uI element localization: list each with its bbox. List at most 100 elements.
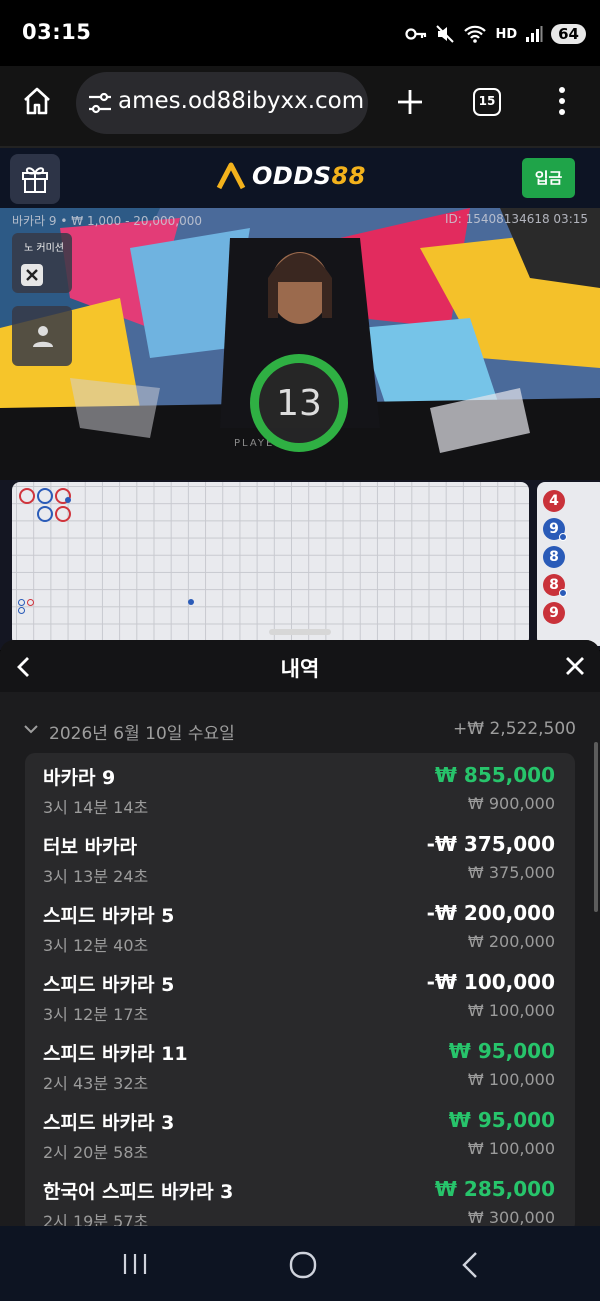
bead-player: 8 <box>543 546 565 568</box>
key-icon <box>405 28 427 40</box>
table-limits: 바카라 9 • ₩ 1,000 - 20,000,000 <box>12 214 202 228</box>
history-scrollbar[interactable] <box>594 742 598 912</box>
home-icon[interactable] <box>22 86 52 116</box>
home-button-icon[interactable] <box>289 1251 317 1279</box>
date-label: 2026년 6월 10일 수요일 <box>49 724 235 744</box>
recent-apps-icon[interactable] <box>122 1252 148 1276</box>
logo-word: ODDS <box>252 162 332 190</box>
more-menu-icon[interactable] <box>554 86 570 116</box>
round-bet: ₩ 375,000 <box>467 863 555 882</box>
no-commission-toggle[interactable]: 노 커미션 <box>12 233 72 293</box>
bead-pair-pip <box>559 589 567 597</box>
history-card: 바카라 9 3시 14분 14초 ₩ 855,000 ₩ 900,000 터보 … <box>25 753 575 1226</box>
road-ring-player <box>37 506 53 522</box>
game-name: 바카라 9 <box>43 767 116 789</box>
dealer-info-button[interactable] <box>12 306 72 366</box>
road-ring-banker <box>55 506 71 522</box>
road-small-ring <box>27 599 34 606</box>
bead-value: 9 <box>549 521 559 537</box>
bead-banker: 9 <box>543 602 565 624</box>
site-logo[interactable]: ODDS88 <box>216 161 366 191</box>
bead-value: 8 <box>549 577 559 593</box>
history-row[interactable]: 스피드 바카라 3 2시 20분 58초 ₩ 95,000 ₩ 100,000 <box>43 1108 555 1177</box>
countdown-timer: 13 <box>250 354 348 452</box>
game-id: ID: 15408134618 03:15 <box>444 212 588 226</box>
tab-switcher-button[interactable]: 15 <box>473 88 501 116</box>
bead-value: 8 <box>549 549 559 565</box>
chevron-down-icon <box>24 725 38 734</box>
round-bet: ₩ 200,000 <box>467 932 555 951</box>
close-icon[interactable] <box>565 656 585 676</box>
round-bet: ₩ 300,000 <box>467 1208 555 1226</box>
wifi-icon <box>464 25 487 43</box>
history-panel: 내역 2026년 6월 10일 수요일 +₩ 2,522,500 바카라 9 3… <box>0 640 600 1226</box>
bead-road[interactable]: 4 9 8 8 9 <box>537 482 600 646</box>
bead-pair-pip <box>559 533 567 541</box>
new-tab-icon[interactable] <box>396 88 424 116</box>
round-time: 2시 19분 57초 <box>43 1212 149 1226</box>
status-icons: HD 64 <box>405 20 586 48</box>
bead-value: 9 <box>549 605 559 621</box>
round-bet: ₩ 100,000 <box>467 1070 555 1089</box>
history-title: 내역 <box>280 657 320 681</box>
history-row[interactable]: 바카라 9 3시 14분 14초 ₩ 855,000 ₩ 900,000 <box>43 763 555 832</box>
round-result: -₩ 375,000 <box>426 832 555 856</box>
road-dot <box>188 599 194 605</box>
system-nav-bar <box>0 1226 600 1301</box>
road-ring-player <box>37 488 53 504</box>
live-video[interactable]: 바카라 9 • ₩ 1,000 - 20,000,000 ID: 1540813… <box>0 208 600 480</box>
url-text: ames.od88ibyxx.com <box>118 88 365 114</box>
date-group-header[interactable]: 2026년 6월 10일 수요일 +₩ 2,522,500 <box>24 719 576 744</box>
game-name: 스피드 바카라 11 <box>43 1043 188 1065</box>
game-name: 스피드 바카라 5 <box>43 974 175 996</box>
history-row[interactable]: 터보 바카라 3시 13분 24초 -₩ 375,000 ₩ 375,000 <box>43 832 555 901</box>
person-icon <box>33 326 53 347</box>
sheet-drag-handle[interactable] <box>269 629 331 635</box>
gift-icon <box>22 167 48 193</box>
round-bet: ₩ 100,000 <box>467 1001 555 1020</box>
bead-value: 4 <box>549 493 559 509</box>
round-result: ₩ 285,000 <box>434 1177 555 1201</box>
game-name: 스피드 바카라 5 <box>43 905 175 927</box>
round-result: ₩ 95,000 <box>448 1039 555 1063</box>
history-header: 내역 <box>0 640 600 692</box>
round-bet: ₩ 100,000 <box>467 1139 555 1158</box>
history-row[interactable]: 스피드 바카라 11 2시 43분 32초 ₩ 95,000 ₩ 100,000 <box>43 1039 555 1108</box>
big-road-grid[interactable] <box>12 482 529 646</box>
game-name: 스피드 바카라 3 <box>43 1112 175 1134</box>
site-header: ODDS88 입금 <box>0 146 600 208</box>
round-time: 3시 14분 14초 <box>43 798 149 817</box>
road-ring-banker <box>19 488 35 504</box>
road-pair-dot <box>65 497 71 503</box>
round-time: 3시 12분 40초 <box>43 936 149 955</box>
no-commission-label: 노 커미션 <box>24 243 64 254</box>
roadmap-area: 4 9 8 8 9 <box>0 480 600 650</box>
signal-icon <box>526 26 543 42</box>
history-row[interactable]: 스피드 바카라 5 3시 12분 40초 -₩ 200,000 ₩ 200,00… <box>43 901 555 970</box>
site-settings-icon[interactable] <box>88 92 112 114</box>
game-name: 터보 바카라 <box>43 836 138 858</box>
game-name: 한국어 스피드 바카라 3 <box>43 1181 234 1203</box>
address-bar[interactable]: ames.od88ibyxx.com <box>76 72 368 134</box>
back-nav-icon[interactable] <box>460 1250 480 1280</box>
bead-banker: 4 <box>543 490 565 512</box>
network-type-label: HD <box>495 26 518 42</box>
round-result: ₩ 855,000 <box>434 763 555 787</box>
round-time: 2시 43분 32초 <box>43 1074 149 1093</box>
round-time: 2시 20분 58초 <box>43 1143 149 1162</box>
round-result: -₩ 100,000 <box>426 970 555 994</box>
logo-mark-icon <box>216 162 246 190</box>
deposit-button[interactable]: 입금 <box>522 158 575 198</box>
round-bet: ₩ 900,000 <box>467 794 555 813</box>
logo-number: 88 <box>331 162 366 190</box>
bead-player: 9 <box>543 518 567 541</box>
history-row[interactable]: 한국어 스피드 바카라 3 2시 19분 57초 ₩ 285,000 ₩ 300… <box>43 1177 555 1226</box>
date-total: +₩ 2,522,500 <box>453 719 576 739</box>
history-row[interactable]: 스피드 바카라 5 3시 12분 17초 -₩ 100,000 ₩ 100,00… <box>43 970 555 1039</box>
logo-text: ODDS88 <box>252 162 366 190</box>
mute-icon <box>436 25 455 43</box>
gift-button[interactable] <box>10 154 60 204</box>
round-result: -₩ 200,000 <box>426 901 555 925</box>
history-body[interactable]: 2026년 6월 10일 수요일 +₩ 2,522,500 바카라 9 3시 1… <box>0 692 600 1226</box>
status-bar: 03:15 HD 64 <box>0 0 600 66</box>
